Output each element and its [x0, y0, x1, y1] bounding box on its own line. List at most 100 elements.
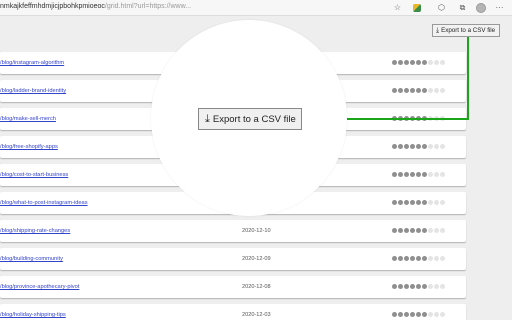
rating-indicator — [392, 172, 445, 178]
rating-dot — [428, 256, 433, 261]
rating-dot — [416, 256, 421, 261]
rating-dot — [440, 228, 445, 233]
rating-dot — [434, 88, 439, 93]
rating-dot — [434, 60, 439, 65]
rating-dot — [422, 200, 427, 205]
rating-dot — [434, 256, 439, 261]
rating-dot — [440, 200, 445, 205]
cube-icon[interactable]: ⬡ — [436, 2, 447, 13]
rating-dot — [428, 60, 433, 65]
rating-dot — [404, 256, 409, 261]
rating-dot — [428, 200, 433, 205]
row-date: 2020-12-09 — [242, 256, 271, 262]
rating-dot — [404, 172, 409, 177]
rating-dot — [410, 144, 415, 149]
rating-dot — [392, 228, 397, 233]
rating-indicator — [392, 256, 445, 262]
rating-dot — [410, 228, 415, 233]
url-path: /grid.html?url=https://www... — [104, 3, 192, 10]
rating-dot — [404, 228, 409, 233]
row-link[interactable]: /blog/instagram-algorithm — [0, 60, 64, 66]
rating-dot — [440, 312, 445, 317]
rating-dot — [422, 312, 427, 317]
row-link[interactable]: /blog/holiday-shipping-tips — [0, 312, 66, 318]
rating-dot — [398, 144, 403, 149]
star-icon[interactable]: ☆ — [392, 2, 403, 13]
table-row: /blog/building-community 2020-12-09 — [0, 248, 466, 270]
guide-line — [467, 37, 469, 120]
row-link[interactable]: /blog/shipping-rate-changes — [0, 228, 70, 234]
rating-dot — [440, 256, 445, 261]
rating-dot — [398, 284, 403, 289]
rating-dot — [404, 144, 409, 149]
rating-dot — [392, 312, 397, 317]
rating-dot — [410, 60, 415, 65]
rating-dot — [392, 60, 397, 65]
table-row: /blog/shipping-rate-changes 2020-12-10 — [0, 220, 466, 242]
rating-dot — [422, 284, 427, 289]
rating-dot — [416, 144, 421, 149]
table-row: /blog/holiday-shipping-tips 2020-12-03 — [0, 304, 466, 320]
rating-dot — [434, 172, 439, 177]
rating-indicator — [392, 60, 445, 66]
rating-dot — [428, 312, 433, 317]
row-link[interactable]: /blog/ladder-brand-identity — [0, 88, 66, 94]
rating-dot — [440, 144, 445, 149]
rating-dot — [398, 200, 403, 205]
row-link[interactable]: /blog/province-apothecary-pivot — [0, 284, 79, 290]
rating-dot — [428, 144, 433, 149]
rating-dot — [422, 88, 427, 93]
collections-icon[interactable]: ⧉ — [457, 2, 468, 13]
rating-dot — [434, 228, 439, 233]
rating-dot — [392, 284, 397, 289]
rating-dot — [404, 88, 409, 93]
rating-dot — [398, 172, 403, 177]
rating-dot — [410, 256, 415, 261]
rating-dot — [440, 60, 445, 65]
row-link[interactable]: /blog/building-community — [0, 256, 63, 262]
rating-dot — [434, 200, 439, 205]
rating-dot — [398, 312, 403, 317]
row-date: 2020-12-03 — [242, 312, 271, 318]
rating-indicator — [392, 312, 445, 318]
row-date: 2020-12-08 — [242, 284, 271, 290]
extension-icon[interactable] — [413, 4, 421, 12]
guide-line — [340, 118, 469, 120]
download-icon: ⤓ — [436, 27, 440, 34]
rating-dot — [392, 144, 397, 149]
rating-indicator — [392, 144, 445, 150]
rating-dot — [434, 144, 439, 149]
rating-dot — [428, 284, 433, 289]
rating-dot — [416, 200, 421, 205]
rating-dot — [404, 60, 409, 65]
more-icon[interactable]: ··· — [494, 2, 505, 13]
rating-indicator — [392, 284, 445, 290]
rating-dot — [398, 228, 403, 233]
row-link[interactable]: /blog/free-shopify-apps — [0, 144, 58, 150]
row-link[interactable]: /blog/make-sell-merch — [0, 116, 56, 122]
rating-dot — [416, 284, 421, 289]
rating-dot — [416, 312, 421, 317]
row-link[interactable]: /blog/what-to-post-instagram-ideas — [0, 200, 88, 206]
rating-indicator — [392, 228, 445, 234]
address-bar[interactable]: nmkajkfeffmhdmjicjpbohkpmioeoc/grid.html… — [0, 3, 191, 10]
rating-dot — [422, 228, 427, 233]
export-csv-label-zoomed: Export to a CSV file — [212, 114, 296, 125]
rating-dot — [392, 88, 397, 93]
rating-indicator — [392, 88, 445, 94]
rating-dot — [422, 60, 427, 65]
export-csv-button-zoomed[interactable]: ⤓ Export to a CSV file — [198, 108, 302, 130]
rating-dot — [422, 144, 427, 149]
rating-dot — [398, 88, 403, 93]
rating-dot — [422, 256, 427, 261]
avatar[interactable] — [476, 3, 486, 13]
rating-dot — [410, 88, 415, 93]
rating-dot — [404, 284, 409, 289]
row-link[interactable]: /blog/cost-to-start-business — [0, 172, 68, 178]
export-csv-button[interactable]: ⤓ Export to a CSV file — [432, 24, 500, 37]
rating-dot — [416, 88, 421, 93]
rating-dot — [410, 284, 415, 289]
download-icon: ⤓ — [205, 113, 210, 125]
rating-dot — [422, 172, 427, 177]
rating-dot — [410, 200, 415, 205]
